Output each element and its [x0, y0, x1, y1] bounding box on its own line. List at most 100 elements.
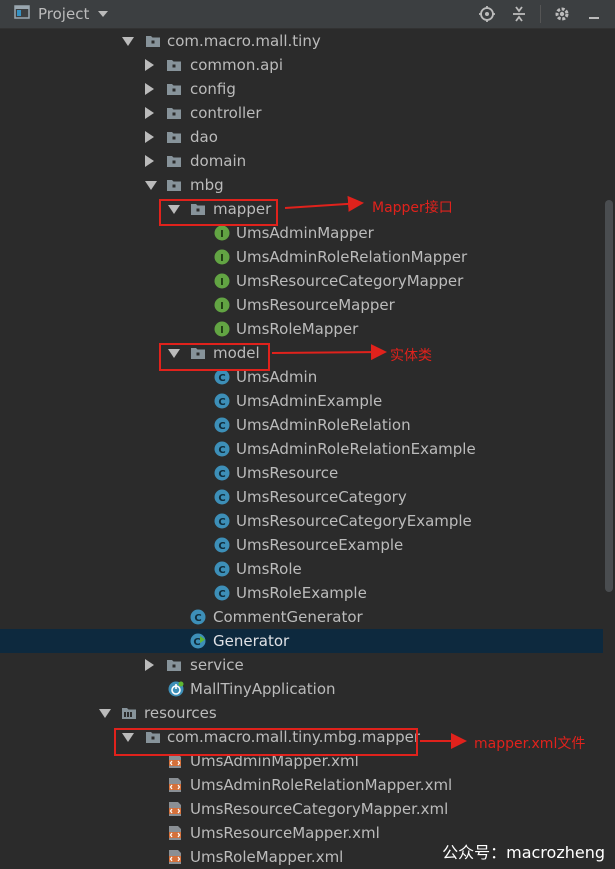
collapsed-arrow-icon[interactable]: [145, 155, 154, 167]
svg-text:C: C: [218, 493, 225, 504]
class-icon: C: [214, 489, 230, 505]
class-icon: C: [214, 441, 230, 457]
locate-icon[interactable]: [476, 3, 498, 25]
svg-text:C: C: [218, 397, 225, 408]
vertical-scrollbar[interactable]: [605, 200, 613, 592]
tree-item-label: UmsRoleMapper.xml: [190, 848, 344, 866]
collapsed-arrow-icon[interactable]: [145, 107, 154, 119]
tree-row[interactable]: model: [0, 341, 603, 365]
tree-row[interactable]: controller: [0, 101, 603, 125]
settings-gear-icon[interactable]: [551, 3, 573, 25]
tree-row[interactable]: com.macro.mall.tiny: [0, 29, 603, 53]
dropdown-icon[interactable]: [97, 5, 109, 23]
svg-text:I: I: [220, 325, 224, 336]
tree-item-label: UmsRoleExample: [236, 584, 367, 602]
interface-icon: I: [214, 297, 230, 313]
class-icon: C: [214, 513, 230, 529]
collapsed-arrow-icon[interactable]: [145, 659, 154, 671]
expanded-arrow-icon[interactable]: [99, 709, 111, 718]
tree-row[interactable]: UmsAdminRoleRelationMapper.xml: [0, 773, 603, 797]
tree-row[interactable]: C UmsResourceExample: [0, 533, 603, 557]
tree-item-label: config: [190, 80, 236, 98]
tree-row[interactable]: C UmsRoleExample: [0, 581, 603, 605]
tree-item-label: UmsAdminExample: [236, 392, 383, 410]
toolbar-separator: [540, 5, 541, 23]
model-highlight-box: [159, 343, 270, 371]
tree-row[interactable]: service: [0, 653, 603, 677]
interface-icon: I: [214, 225, 230, 241]
interface-icon: I: [214, 273, 230, 289]
watermark: 公众号：macrozheng: [442, 843, 605, 862]
tree-row[interactable]: domain: [0, 149, 603, 173]
class-runnable-icon: C: [190, 633, 206, 649]
tree-item-label: UmsAdminMapper: [236, 224, 374, 242]
tree-row[interactable]: C UmsAdminExample: [0, 389, 603, 413]
tree-row[interactable]: UmsResourceCategoryMapper.xml: [0, 797, 603, 821]
tree-item-label: controller: [190, 104, 262, 122]
tree-row[interactable]: MallTinyApplication: [0, 677, 603, 701]
tree-item-label: UmsResourceMapper.xml: [190, 824, 380, 842]
tree-item-label: UmsAdminRoleRelationMapper: [236, 248, 468, 266]
model-note: 实体类: [390, 348, 432, 364]
tree-row[interactable]: I UmsAdminRoleRelationMapper: [0, 245, 603, 269]
collapsed-arrow-icon[interactable]: [145, 59, 154, 71]
class-icon: C: [214, 561, 230, 577]
tree-row[interactable]: C UmsAdmin: [0, 365, 603, 389]
expanded-arrow-icon[interactable]: [122, 37, 134, 46]
xml-file-icon: [167, 849, 183, 865]
tree-row[interactable]: C UmsResource: [0, 461, 603, 485]
collapsed-arrow-icon[interactable]: [145, 131, 154, 143]
tree-row[interactable]: C UmsResourceCategory: [0, 485, 603, 509]
package-icon: [166, 153, 182, 169]
class-icon: C: [214, 393, 230, 409]
svg-text:C: C: [218, 469, 225, 480]
tree-item-label: CommentGenerator: [213, 608, 363, 626]
tree-item-label: domain: [190, 152, 247, 170]
xml-note: mapper.xml文件: [474, 736, 586, 752]
svg-text:I: I: [220, 253, 224, 264]
xml-file-icon: [167, 825, 183, 841]
project-title: Project: [38, 5, 90, 23]
tree-item-label: service: [190, 656, 244, 674]
class-icon: C: [190, 609, 206, 625]
svg-text:C: C: [193, 637, 200, 648]
tree-row[interactable]: mapper: [0, 197, 603, 221]
class-icon: C: [214, 369, 230, 385]
svg-text:C: C: [218, 517, 225, 528]
resources-folder-icon: [121, 705, 137, 721]
tree-row[interactable]: C UmsResourceCategoryExample: [0, 509, 603, 533]
tree-row[interactable]: I UmsResourceMapper: [0, 293, 603, 317]
tree-row[interactable]: I UmsAdminMapper: [0, 221, 603, 245]
tree-row[interactable]: mbg: [0, 173, 603, 197]
tree-row[interactable]: C Generator: [0, 629, 603, 653]
tree-item-label: Generator: [213, 632, 290, 650]
svg-text:I: I: [220, 277, 224, 288]
tree-row[interactable]: I UmsRoleMapper: [0, 317, 603, 341]
tree-item-label: UmsResourceCategory: [236, 488, 407, 506]
tree-row[interactable]: I UmsResourceCategoryMapper: [0, 269, 603, 293]
tree-row[interactable]: C UmsAdminRoleRelationExample: [0, 437, 603, 461]
project-view-selector[interactable]: Project: [14, 4, 109, 24]
tree-row[interactable]: dao: [0, 125, 603, 149]
class-icon: C: [214, 537, 230, 553]
tree-row[interactable]: C UmsAdminRoleRelation: [0, 413, 603, 437]
collapsed-arrow-icon[interactable]: [145, 83, 154, 95]
tree-row[interactable]: C CommentGenerator: [0, 605, 603, 629]
svg-text:C: C: [218, 589, 225, 600]
class-icon: C: [214, 585, 230, 601]
svg-text:C: C: [218, 445, 225, 456]
tree-row[interactable]: common.api: [0, 53, 603, 77]
tree-item-label: UmsAdminRoleRelation: [236, 416, 411, 434]
svg-text:C: C: [218, 373, 225, 384]
tree-item-label: resources: [144, 704, 217, 722]
tree-row[interactable]: config: [0, 77, 603, 101]
tree-row[interactable]: resources: [0, 701, 603, 725]
tree-row[interactable]: C UmsRole: [0, 557, 603, 581]
tree-item-label: UmsAdminRoleRelationMapper.xml: [190, 776, 453, 794]
expanded-arrow-icon[interactable]: [145, 181, 157, 190]
xml-file-icon: [167, 801, 183, 817]
tree-item-label: UmsResource: [236, 464, 339, 482]
tree-item-label: UmsResourceCategoryMapper.xml: [190, 800, 449, 818]
hide-icon[interactable]: [583, 3, 605, 25]
collapse-all-icon[interactable]: [508, 3, 530, 25]
